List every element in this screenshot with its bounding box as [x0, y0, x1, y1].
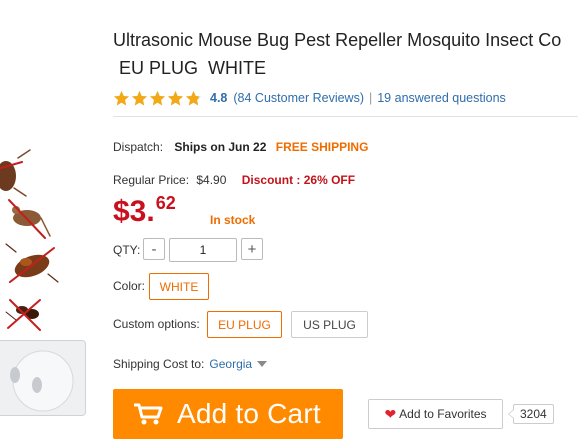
divider — [113, 116, 578, 117]
caret-down-icon[interactable] — [257, 361, 268, 367]
star-icon — [168, 90, 183, 105]
dispatch-label: Dispatch: — [113, 140, 164, 154]
rating-score: 4.8 — [210, 91, 228, 105]
qty-label: QTY: — [113, 243, 141, 257]
pest-images — [0, 149, 59, 331]
regular-price: $4.90 — [196, 173, 227, 187]
shipping-row: Shipping Cost to: Georgia — [113, 357, 268, 371]
stock-status: In stock — [210, 213, 256, 227]
plug-image — [10, 350, 74, 412]
separator: | — [368, 91, 373, 105]
custom-options-label: Custom options: — [113, 317, 200, 331]
star-icon — [150, 90, 165, 105]
shipping-label: Shipping Cost to: — [113, 357, 205, 371]
star-icon — [114, 90, 129, 105]
favorites-count: 3204 — [508, 404, 554, 424]
star-icon — [186, 90, 201, 105]
price-cents: 62 — [155, 193, 176, 213]
qty-input[interactable]: 1 — [169, 238, 237, 262]
dispatch-row: Dispatch: Ships on Jun 22 FREE SHIPPING — [113, 140, 368, 154]
option-eu-plug[interactable]: EU PLUG — [207, 311, 282, 338]
product-title-line1: Ultrasonic Mouse Bug Pest Repeller Mosqu… — [113, 30, 562, 50]
qty-decrease-button[interactable]: - — [143, 238, 165, 260]
answered-questions-link[interactable]: 19 answered questions — [377, 91, 506, 105]
dispatch-date: Ships on Jun 22 — [174, 140, 267, 154]
product-thumbnail[interactable] — [0, 340, 86, 416]
star-rating — [113, 90, 202, 107]
regular-price-row: Regular Price: $4.90 Discount : 26% OFF — [113, 173, 355, 187]
sale-price: $3.62 — [113, 193, 176, 229]
star-icon — [132, 90, 147, 105]
regular-price-label: Regular Price: — [113, 173, 190, 187]
qty-increase-button[interactable]: + — [241, 238, 263, 260]
discount-text: Discount : 26% OFF — [241, 173, 356, 187]
product-title: Ultrasonic Mouse Bug Pest Repeller Mosqu… — [113, 26, 578, 82]
add-to-cart-label: Add to Cart — [177, 398, 321, 429]
free-shipping-badge: FREE SHIPPING — [275, 140, 369, 154]
shipping-country-select[interactable]: Georgia — [209, 357, 252, 371]
cart-icon — [134, 403, 163, 425]
color-option-white[interactable]: WHITE — [149, 273, 209, 300]
heart-icon: ❤ — [384, 405, 397, 422]
add-to-cart-button[interactable]: Add to Cart — [113, 389, 343, 439]
option-us-plug[interactable]: US PLUG — [291, 311, 368, 338]
add-to-favorites-button[interactable]: ❤ Add to Favorites — [368, 399, 503, 429]
add-to-favorites-label: Add to Favorites — [399, 407, 487, 421]
color-label: Color: — [113, 279, 146, 293]
product-title-line2: EU PLUG WHITE — [119, 58, 267, 78]
reviews-link[interactable]: (84 Customer Reviews) — [233, 91, 364, 105]
price-main: $3. — [113, 195, 155, 228]
rating-row: 4.8 (84 Customer Reviews) | 19 answered … — [113, 89, 506, 107]
